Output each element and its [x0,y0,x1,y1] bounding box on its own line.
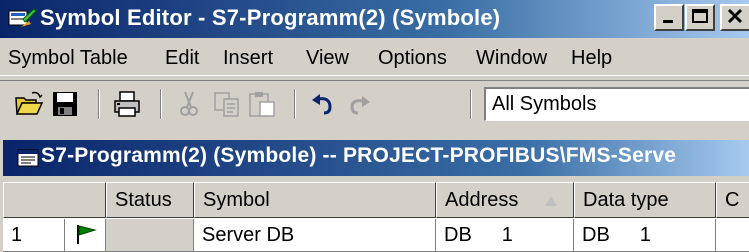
maximize-button[interactable] [685,4,715,31]
symbol-table-title: S7-Programm(2) (Symbole) -- PROJECT-PROF… [41,144,677,167]
address-area: DB [444,224,472,246]
open-folder-icon[interactable] [14,89,44,119]
data-type-number: 1 [639,224,651,246]
column-header-address[interactable]: Address [436,182,574,218]
minimize-button[interactable] [654,4,684,31]
row-flag-cell[interactable] [65,219,106,252]
app-title: Symbol Editor - S7-Programm(2) (Symbole) [40,5,501,30]
green-flag-icon [77,225,97,244]
paste-icon[interactable] [247,89,277,119]
redo-icon[interactable] [344,89,374,119]
column-header-symbol[interactable]: Symbol [194,182,436,218]
menu-window[interactable]: Window [476,47,547,70]
address-number: 1 [501,224,513,246]
toolbar: All Symbols [0,80,749,128]
row-header-corner[interactable] [3,182,106,218]
close-button[interactable] [720,4,749,31]
row-number[interactable]: 1 [3,219,65,252]
sort-ascending-icon [545,196,557,206]
data-type-cell[interactable]: DB 1 [574,219,716,252]
column-header-status[interactable]: Status [106,182,194,218]
copy-icon[interactable] [212,89,242,119]
symbol-editor-app-icon [8,8,37,27]
toolbar-separator [294,89,296,119]
toolbar-separator [160,89,162,119]
column-header-data-type[interactable]: Data type [574,182,716,218]
toolbar-separator [98,89,100,119]
menu-view[interactable]: View [306,47,349,70]
column-header-comment[interactable]: C [716,182,749,218]
minimize-icon [663,20,673,23]
symbol-table-title-bar[interactable]: S7-Programm(2) (Symbole) -- PROJECT-PROF… [3,140,749,176]
symbol-table-grid: Status Symbol Address Data type C 1 Serv… [3,182,749,252]
status-cell[interactable] [106,219,194,252]
maximize-icon [692,9,708,23]
address-cell[interactable]: DB 1 [436,219,574,252]
menu-bar: Symbol Table Edit Insert View Options Wi… [0,38,749,76]
data-type-name: DB [582,224,610,246]
menu-symbol-table[interactable]: Symbol Table [8,47,128,70]
app-title-bar[interactable]: Symbol Editor - S7-Programm(2) (Symbole) [0,0,749,38]
undo-icon[interactable] [308,89,338,119]
menu-insert[interactable]: Insert [223,47,273,70]
print-icon[interactable] [112,89,142,119]
symbol-filter-dropdown[interactable]: All Symbols [484,87,749,121]
symbol-table-window: S7-Programm(2) (Symbole) -- PROJECT-PROF… [0,132,749,252]
cut-icon[interactable] [174,89,204,119]
column-header-address-label: Address [445,189,519,211]
symbol-cell[interactable]: Server DB [194,219,436,252]
toolbar-separator [470,89,472,119]
menu-help[interactable]: Help [571,47,612,70]
symbol-filter-value: All Symbols [492,93,597,115]
save-icon[interactable] [50,89,80,119]
comment-cell[interactable] [716,219,749,252]
symbol-table-icon [17,149,39,167]
menu-edit[interactable]: Edit [165,47,199,70]
menu-options[interactable]: Options [378,47,447,70]
close-icon [727,8,743,24]
